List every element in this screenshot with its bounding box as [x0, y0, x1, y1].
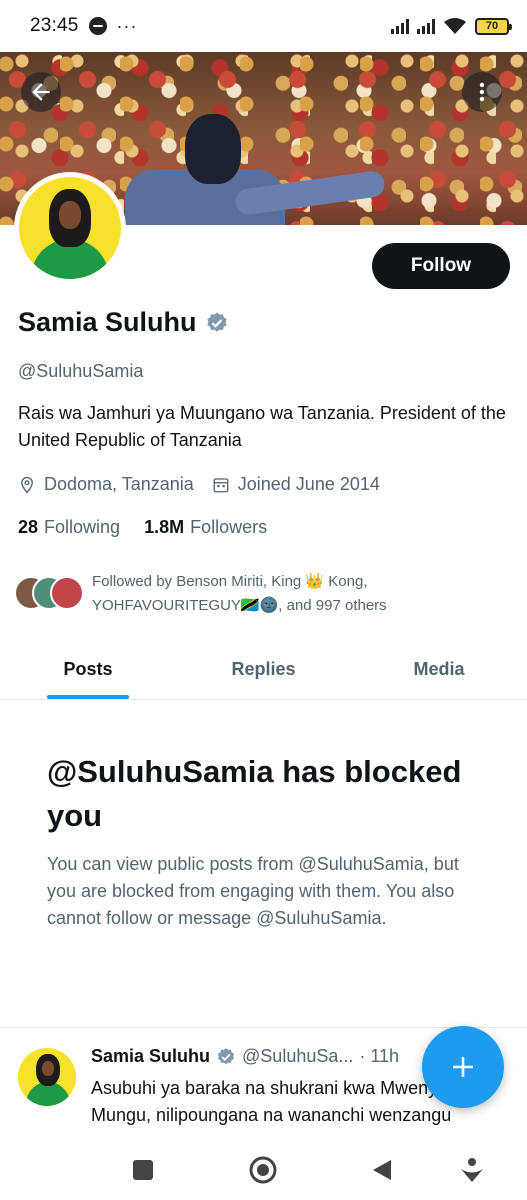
post-time: · 11h [359, 1046, 400, 1066]
tab-media[interactable]: Media [351, 640, 527, 699]
verified-badge-icon[interactable] [205, 311, 229, 335]
follower-avatar [50, 576, 84, 610]
following-count: 28 [18, 517, 39, 537]
more-notifications-icon: ··· [116, 15, 138, 36]
blocked-message: You can view public posts from @SuluhuSa… [47, 854, 459, 928]
post-author-handle[interactable]: @SuluhuSa... [242, 1046, 353, 1067]
blocked-title: @SuluhuSamia has blocked you [47, 754, 462, 833]
followers-label: Followers [190, 517, 268, 537]
followed-by-avatars [14, 576, 84, 612]
home-button[interactable] [247, 1154, 279, 1186]
battery-icon: 70 [475, 17, 512, 35]
profile-stats: 28 Following 1.8M Followers [18, 517, 291, 538]
profile-name: Samia Suluhu [18, 307, 197, 337]
followers-stat[interactable]: 1.8M Followers [144, 517, 267, 538]
verified-badge-icon [217, 1047, 235, 1064]
recent-apps-button[interactable] [127, 1154, 159, 1186]
status-bar: 23:45 ··· 70 [0, 0, 527, 52]
battery-level: 70 [485, 20, 499, 32]
compose-button[interactable] [422, 1026, 504, 1108]
arrow-left-icon [32, 83, 50, 101]
profile-avatar[interactable] [14, 172, 126, 284]
calendar-icon [213, 477, 229, 492]
square-icon [133, 1160, 153, 1180]
location-pin-icon [21, 476, 33, 494]
profile-location: Dodoma, Tanzania [44, 474, 194, 494]
following-label: Following [44, 517, 121, 537]
followed-by-text-line1: Followed by Benson Miriti, King 👑 Kong, [92, 573, 368, 590]
wifi-icon [444, 18, 466, 34]
signal-strength-icon [391, 18, 409, 34]
plus-icon [453, 1057, 473, 1077]
profile-handle: @SuluhuSamia [18, 361, 144, 381]
post-author-name[interactable]: Samia Suluhu [91, 1046, 210, 1067]
banner-figure [125, 114, 387, 225]
post-avatar[interactable] [18, 1048, 76, 1106]
followed-by-text-line2: YOHFAVOURITEGUY🇹🇿🌚, and 997 others [92, 597, 387, 614]
profile-joined-date: Joined June 2014 [237, 474, 380, 494]
tab-posts[interactable]: Posts [0, 640, 176, 699]
profile-meta: Dodoma, Tanzania Joined June 2014 [18, 474, 398, 495]
profile-tabs: Posts Replies Media [0, 640, 527, 700]
more-options-button[interactable] [462, 72, 502, 112]
following-stat[interactable]: 28 Following [18, 517, 120, 538]
signal-strength-2-icon [417, 18, 435, 34]
profile-bio: Rais wa Jamhuri ya Muungano wa Tanzania.… [18, 403, 506, 450]
assistant-icon [461, 1158, 483, 1182]
post-header: Samia Suluhu @SuluhuSa... · 11h [91, 1046, 399, 1067]
followed-by[interactable]: Followed by Benson Miriti, King 👑 Kong, … [14, 570, 512, 618]
follow-button[interactable]: Follow [372, 243, 510, 289]
message-notification-icon [88, 17, 107, 35]
system-nav-bar [0, 1140, 527, 1200]
status-time: 23:45 [30, 15, 79, 36]
more-vertical-icon [479, 82, 485, 102]
back-button[interactable] [21, 72, 61, 112]
home-circle-icon [249, 1156, 277, 1184]
back-nav-button[interactable] [366, 1154, 398, 1186]
triangle-back-icon [373, 1160, 391, 1180]
assistant-button[interactable] [456, 1154, 488, 1186]
tab-replies[interactable]: Replies [176, 640, 351, 699]
followers-count: 1.8M [144, 517, 185, 537]
profile-name-row: Samia Suluhu [18, 307, 229, 338]
